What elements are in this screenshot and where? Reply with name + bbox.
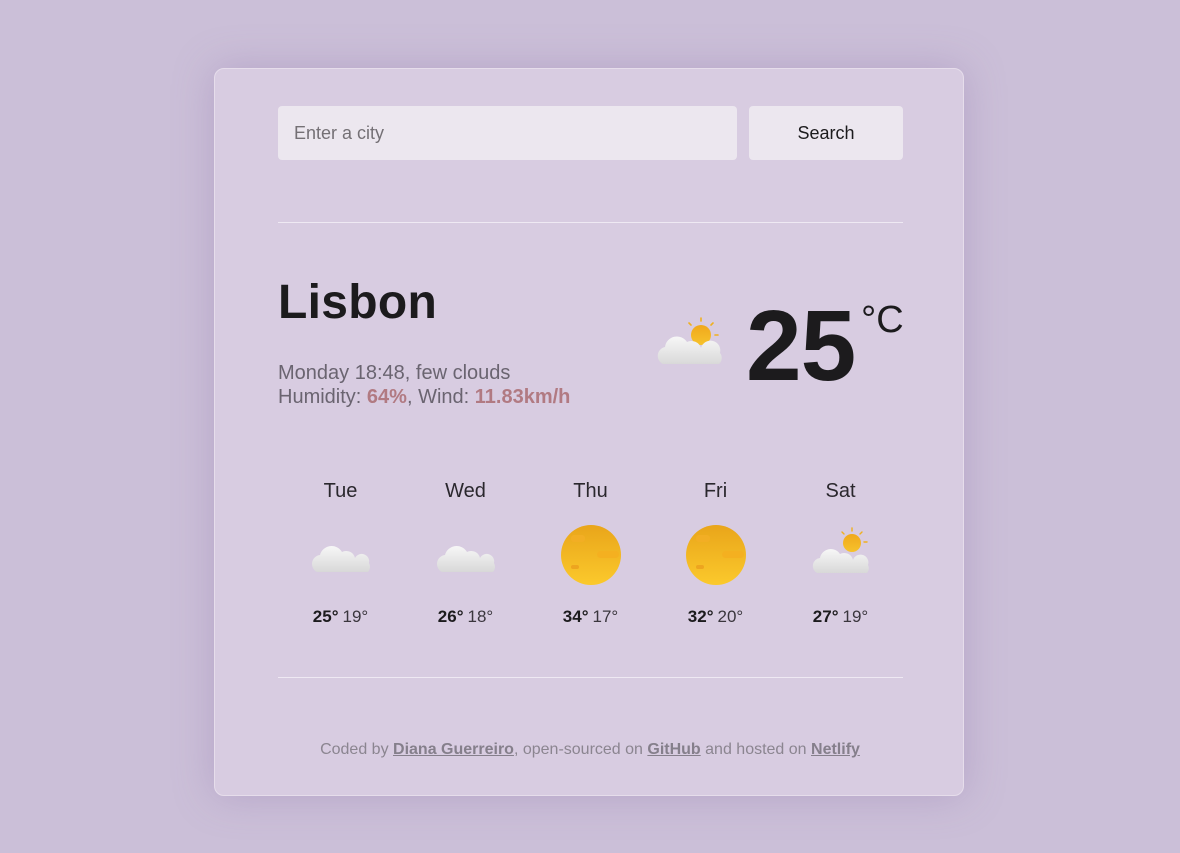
forecast-min: 19° xyxy=(842,607,869,626)
forecast-temps: 34° 17° xyxy=(528,607,653,627)
forecast-temps: 25° 19° xyxy=(278,607,403,627)
humidity-value: 64% xyxy=(366,386,407,408)
forecast-temps: 26° 18° xyxy=(403,607,528,627)
forecast-min: 19° xyxy=(342,607,369,626)
forecast-day: Wed 26° 18° xyxy=(403,479,528,626)
forecast-day-name: Thu xyxy=(573,480,608,502)
bottom-divider xyxy=(278,677,903,678)
cloud-icon xyxy=(437,546,496,572)
netlify-link[interactable]: Netlify xyxy=(811,741,860,758)
forecast-min: 17° xyxy=(592,607,619,626)
sun-icon xyxy=(686,525,746,585)
temperature-unit[interactable]: °C xyxy=(861,299,904,342)
forecast-day: Sat 27° 19° xyxy=(778,479,903,626)
weather-details: Monday 18:48, few clouds Humidity: 64%, … xyxy=(278,361,570,409)
forecast-day-name: Sat xyxy=(825,480,856,502)
forecast-max: 25° xyxy=(312,607,339,626)
datetime-description: Monday 18:48, few clouds xyxy=(278,362,511,384)
forecast-max: 34° xyxy=(562,607,589,626)
top-divider xyxy=(278,222,903,223)
sun-icon xyxy=(561,525,621,585)
footer-prefix: Coded by xyxy=(320,741,394,758)
humidity-wind: Humidity: 64%, Wind: 11.83km/h xyxy=(278,386,571,408)
forecast-min: 20° xyxy=(717,607,744,626)
city-name: Lisbon xyxy=(278,276,438,329)
forecast-max: 27° xyxy=(812,607,839,626)
forecast-max: 32° xyxy=(687,607,714,626)
footer-middle2: and hosted on xyxy=(700,741,812,758)
wind-label: Wind: xyxy=(418,386,475,408)
forecast-max: 26° xyxy=(437,607,464,626)
partly-cloudy-icon xyxy=(657,317,722,364)
weather-card: Search Lisbon Monday 18:48, few clouds H… xyxy=(214,68,964,796)
forecast: Tue 25° 19° Wed 26° 18° Thu 34° 17° Fri … xyxy=(278,479,903,639)
partly-cloudy-icon xyxy=(812,527,869,573)
search-button[interactable]: Search xyxy=(749,106,903,160)
current-datetime: Monday 18:48 xyxy=(278,362,405,384)
cloud-icon xyxy=(312,546,371,572)
forecast-day-name: Wed xyxy=(445,480,486,502)
forecast-day: Tue 25° 19° xyxy=(278,479,403,626)
weather-description: few clouds xyxy=(415,362,511,384)
github-link[interactable]: GitHub xyxy=(647,741,700,758)
wind-value: 11.83km/h xyxy=(474,386,571,408)
forecast-temps: 27° 19° xyxy=(778,607,903,627)
forecast-day-name: Fri xyxy=(703,480,728,502)
forecast-min: 18° xyxy=(467,607,494,626)
forecast-day-name: Tue xyxy=(323,480,358,502)
footer: Coded by Diana Guerreiro, open-sourced o… xyxy=(215,741,965,759)
search-form: Search xyxy=(278,106,903,160)
author-link[interactable]: Diana Guerreiro xyxy=(393,741,514,758)
current-temperature: 25 xyxy=(746,290,856,402)
forecast-day: Thu 34° 17° xyxy=(528,479,653,626)
city-search-input[interactable] xyxy=(278,106,737,160)
humidity-label: Humidity: xyxy=(278,386,367,408)
footer-middle: , open-sourced on xyxy=(513,741,648,758)
forecast-day: Fri 32° 20° xyxy=(653,479,778,626)
forecast-temps: 32° 20° xyxy=(653,607,778,627)
